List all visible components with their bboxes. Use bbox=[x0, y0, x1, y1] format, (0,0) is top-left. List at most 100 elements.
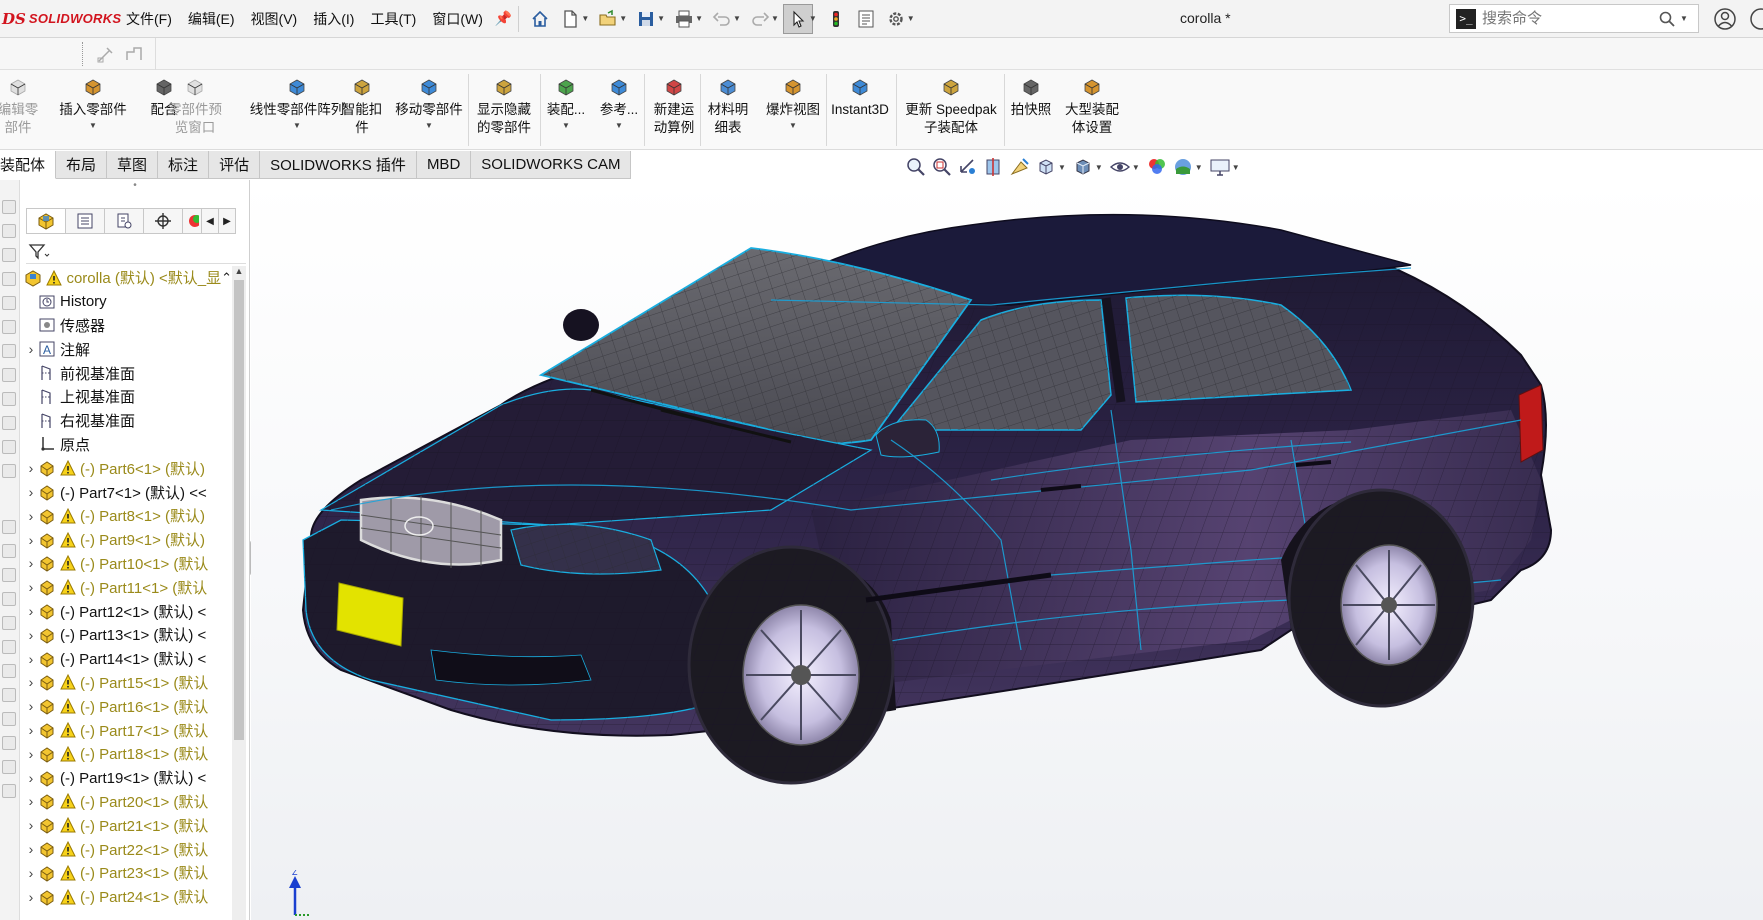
command-dropdown-icon[interactable]: ▼ bbox=[89, 121, 97, 130]
expand-arrow-icon[interactable]: › bbox=[24, 770, 38, 786]
tree-item-part[interactable]: › (-) Part8<1> (默认) bbox=[24, 504, 232, 528]
expand-arrow-icon[interactable]: › bbox=[24, 698, 38, 714]
print-dropdown-icon[interactable]: ▼ bbox=[695, 14, 703, 23]
menu-item-3[interactable]: 插入(I) bbox=[305, 9, 362, 29]
tree-item-part[interactable]: › (-) Part11<1> (默认 bbox=[24, 575, 232, 599]
scroll-up-icon[interactable]: ▲ bbox=[232, 266, 246, 280]
tree-item-part[interactable]: › (-) Part17<1> (默认 bbox=[24, 718, 232, 742]
tree-item-part[interactable]: › (-) Part19<1> (默认) < bbox=[24, 766, 232, 790]
expand-arrow-icon[interactable]: › bbox=[24, 555, 38, 571]
expand-arrow-icon[interactable]: › bbox=[24, 651, 38, 667]
expand-arrow-icon[interactable]: › bbox=[24, 341, 38, 357]
property-manager-tab[interactable] bbox=[65, 208, 105, 234]
graphics-area[interactable]: Z bbox=[251, 180, 1763, 920]
display-style-icon[interactable] bbox=[1072, 156, 1094, 178]
strip-tool-icon[interactable] bbox=[2, 272, 16, 286]
tree-item-history[interactable]: History bbox=[24, 290, 232, 314]
tree-item-part[interactable]: › (-) Part20<1> (默认 bbox=[24, 790, 232, 814]
expand-arrow-icon[interactable]: › bbox=[24, 889, 38, 905]
select-dropdown-icon[interactable]: ▼ bbox=[809, 14, 817, 23]
dynamic-annotation-icon[interactable] bbox=[1009, 156, 1031, 178]
strip-tool-icon[interactable] bbox=[2, 392, 16, 406]
expand-arrow-icon[interactable]: › bbox=[24, 508, 38, 524]
search-dropdown-icon[interactable]: ▼ bbox=[1680, 14, 1688, 23]
tabs-scroll-left-button[interactable]: ◀ bbox=[201, 208, 219, 234]
dimxpert-tab[interactable] bbox=[143, 208, 183, 234]
collapse-tree-icon[interactable]: ⌃ bbox=[221, 270, 232, 286]
configuration-manager-tab[interactable] bbox=[104, 208, 144, 234]
command-bill-of-materials[interactable]: 材料明 细表 bbox=[704, 70, 752, 150]
smart-dimension-icon[interactable] bbox=[124, 44, 144, 64]
strip-tool-icon[interactable] bbox=[2, 784, 16, 798]
tree-item-part[interactable]: › (-) Part13<1> (默认) < bbox=[24, 623, 232, 647]
tree-item-part[interactable]: › (-) Part15<1> (默认 bbox=[24, 671, 232, 695]
command-show-hidden[interactable]: 显示隐藏 的零部件 bbox=[470, 70, 538, 150]
tree-item-root[interactable]: corolla (默认) <默认_显 ⌃ bbox=[24, 266, 232, 290]
strip-tool-icon[interactable] bbox=[2, 440, 16, 454]
tree-item-annotation[interactable]: › A 注解 bbox=[24, 337, 232, 361]
tab-3[interactable]: 标注 bbox=[158, 151, 210, 179]
command-new-motion-study[interactable]: 新建运 动算例 bbox=[648, 70, 700, 150]
strip-tool-icon[interactable] bbox=[2, 640, 16, 654]
menu-item-5[interactable]: 窗口(W) bbox=[424, 9, 491, 29]
command-assembly-features[interactable]: 装配... ▼ bbox=[542, 70, 590, 150]
command-reference-geometry[interactable]: 参考... ▼ bbox=[596, 70, 642, 150]
strip-tool-icon[interactable] bbox=[2, 520, 16, 534]
expand-arrow-icon[interactable]: › bbox=[24, 579, 38, 595]
command-component-preview[interactable]: 零部件预 览窗口 bbox=[160, 70, 230, 150]
file-properties-button[interactable] bbox=[851, 4, 881, 34]
command-dropdown-icon[interactable]: ▼ bbox=[562, 121, 570, 130]
expand-arrow-icon[interactable]: › bbox=[24, 817, 38, 833]
solidworks-logo[interactable]: DS SOLIDWORKS bbox=[0, 10, 121, 28]
tab-7[interactable]: SOLIDWORKS CAM bbox=[471, 151, 632, 179]
hide-show-dropdown-icon[interactable]: ▼ bbox=[1132, 163, 1140, 172]
tree-item-plane[interactable]: 右视基准面 bbox=[24, 409, 232, 433]
search-icon[interactable] bbox=[1658, 10, 1676, 28]
strip-tool-icon[interactable] bbox=[2, 320, 16, 334]
strip-tool-icon[interactable] bbox=[2, 344, 16, 358]
apply-scene-icon[interactable] bbox=[1172, 156, 1194, 178]
scroll-thumb[interactable] bbox=[234, 280, 244, 740]
command-dropdown-icon[interactable]: ▼ bbox=[293, 121, 301, 130]
menu-item-1[interactable]: 编辑(E) bbox=[180, 9, 243, 29]
tab-1[interactable]: 布局 bbox=[56, 151, 108, 179]
tree-item-part[interactable]: › (-) Part21<1> (默认 bbox=[24, 813, 232, 837]
search-input[interactable] bbox=[1482, 10, 1652, 27]
tab-0[interactable]: 装配体 bbox=[0, 151, 57, 179]
expand-arrow-icon[interactable]: › bbox=[24, 841, 38, 857]
tree-item-part[interactable]: › (-) Part9<1> (默认) bbox=[24, 528, 232, 552]
user-account-icon[interactable] bbox=[1712, 6, 1738, 32]
expand-arrow-icon[interactable]: › bbox=[24, 793, 38, 809]
home-button[interactable] bbox=[525, 4, 555, 34]
expand-arrow-icon[interactable]: › bbox=[24, 865, 38, 881]
tree-item-plane[interactable]: 前视基准面 bbox=[24, 361, 232, 385]
menu-item-2[interactable]: 视图(V) bbox=[243, 9, 306, 29]
expand-arrow-icon[interactable]: › bbox=[24, 532, 38, 548]
command-dropdown-icon[interactable]: ▼ bbox=[615, 121, 623, 130]
tree-item-part[interactable]: › (-) Part7<1> (默认) << bbox=[24, 480, 232, 504]
strip-tool-icon[interactable] bbox=[2, 688, 16, 702]
save-dropdown-icon[interactable]: ▼ bbox=[657, 14, 665, 23]
zoom-to-fit-icon[interactable] bbox=[905, 156, 927, 178]
view-settings-dropdown-icon[interactable]: ▼ bbox=[1232, 163, 1240, 172]
tree-item-part[interactable]: › (-) Part23<1> (默认 bbox=[24, 861, 232, 885]
tree-item-part[interactable]: › (-) Part14<1> (默认) < bbox=[24, 647, 232, 671]
undo-dropdown-icon[interactable]: ▼ bbox=[733, 14, 741, 23]
tree-item-part[interactable]: › (-) Part6<1> (默认) bbox=[24, 456, 232, 480]
help-icon[interactable] bbox=[1748, 6, 1763, 32]
menu-item-0[interactable]: 文件(F) bbox=[118, 9, 180, 29]
strip-tool-icon[interactable] bbox=[2, 712, 16, 726]
strip-tool-icon[interactable] bbox=[2, 736, 16, 750]
strip-tool-icon[interactable] bbox=[2, 368, 16, 382]
expand-arrow-icon[interactable]: › bbox=[24, 746, 38, 762]
view-orientation-dropdown-icon[interactable]: ▼ bbox=[1058, 163, 1066, 172]
tab-2[interactable]: 草图 bbox=[107, 151, 159, 179]
sketch-icon[interactable] bbox=[96, 44, 116, 64]
strip-tool-icon[interactable] bbox=[2, 296, 16, 310]
tree-scrollbar[interactable]: ▲ bbox=[232, 266, 246, 920]
tree-item-part[interactable]: › (-) Part22<1> (默认 bbox=[24, 837, 232, 861]
menu-item-4[interactable]: 工具(T) bbox=[362, 9, 424, 29]
options-dropdown-icon[interactable]: ▼ bbox=[907, 14, 915, 23]
tab-5[interactable]: SOLIDWORKS 插件 bbox=[260, 151, 417, 179]
command-exploded-view[interactable]: 爆炸视图 ▼ bbox=[760, 70, 826, 150]
